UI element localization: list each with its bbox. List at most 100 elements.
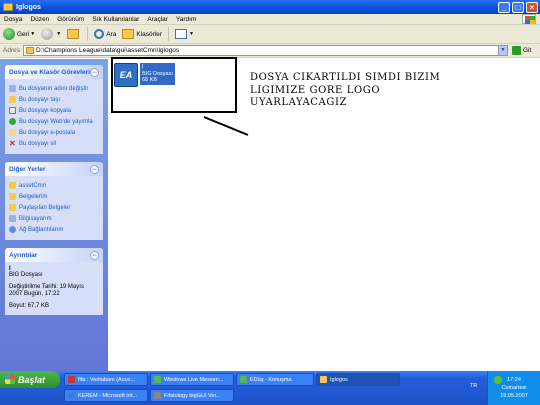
place-network[interactable]: Ağ Bağlantılarım [9,224,99,235]
minimize-button[interactable]: _ [498,1,510,13]
close-button[interactable]: × [526,1,538,13]
place-my-computer[interactable]: Bilgisayarım [9,213,99,224]
link-label: Bu dosyayı kopyala [19,107,72,114]
copy-link[interactable]: Bu dosyayı kopyala [9,105,99,116]
language-indicator[interactable]: TR [470,383,477,389]
back-arrow-icon [3,28,15,40]
file-tasks-panel: Dosya ve Klasör Görevleri ︽ Bu dosyanın … [5,65,103,154]
move-link[interactable]: Bu dosyayı taşı [9,94,99,105]
globe-icon [9,118,16,125]
detail-size: Boyut: 67,7 KB [9,302,50,309]
up-folder-button[interactable] [64,29,84,39]
detail-modified: Değiştirilme Tarihi: 19 Mayıs [9,283,84,290]
address-dropdown-button[interactable]: ▼ [497,46,507,55]
details-panel: Ayrıntılar ︽ I BIG Dosyası Değiştirilme … [5,248,103,315]
folders-icon [122,29,135,39]
place-assetcmn[interactable]: assetCmn [9,180,99,191]
go-arrow-icon [511,46,521,55]
task-fifa-database[interactable]: fifa : Veritabanı (Acce... [64,373,148,386]
windows-logo-icon [5,375,15,384]
collapse-icon[interactable]: ︽ [90,250,99,260]
annotation-line: LIGIMIZE GORE LOGO [250,84,381,96]
panel-header[interactable]: Dosya ve Klasör Görevleri ︽ [5,65,103,79]
task-label: EDüş - Konuşma [250,376,292,383]
folder-icon [9,204,16,211]
taskbar: Başlat fifa : Veritabanı (Acce... Window… [0,371,540,405]
access-icon [68,376,75,383]
link-label: assetCmn [19,182,47,189]
detail-modified-date: 2007 Bugün, 17:22 [9,291,60,297]
chevron-down-icon: ▼ [188,31,194,37]
search-button[interactable]: Ara [91,29,119,39]
back-label: Geri [17,30,30,38]
tray-icon[interactable] [494,376,502,384]
folder-icon [9,182,16,189]
forward-arrow-icon [41,28,54,40]
task-internet-explorer[interactable]: KEREM - Microsoft Int... [64,389,148,402]
link-label: Bu dosyayı Web'de yayımla [19,118,93,125]
panel-title: Ayrıntılar [9,251,38,259]
views-icon [174,29,187,39]
start-button[interactable]: Başlat [0,371,60,388]
publish-web-link[interactable]: Bu dosyayı Web'de yayımla [9,116,99,127]
place-my-documents[interactable]: Belgelerim [9,191,99,202]
menu-edit[interactable]: Düzen [26,16,53,23]
chat-icon [240,376,247,383]
task-fifatology[interactable]: Fifatology bigGUI Ver... [150,389,234,402]
menu-view[interactable]: Görünüm [53,16,88,23]
task-iglogos[interactable]: Iglogos [316,373,400,386]
place-shared-documents[interactable]: Paylaşılan Belgeler [9,202,99,213]
views-button[interactable]: ▼ [172,29,197,39]
start-label: Başlat [18,374,46,385]
panel-header[interactable]: Ayrıntılar ︽ [5,248,103,262]
menu-help[interactable]: Yardım [172,16,200,23]
folder-up-icon [67,29,80,39]
file-list[interactable]: EA I BIG Dosyası 68 KB DOSYA CIKARTILDI … [108,57,540,371]
menu-bar: Dosya Düzen Görünüm Sık Kullanılanlar Ar… [0,14,540,25]
folders-button[interactable]: Klasörler [119,29,165,39]
task-label: fifa : Veritabanı (Acce... [78,376,135,383]
collapse-icon[interactable]: ︽ [90,164,99,174]
go-button[interactable]: Git [511,46,531,55]
task-pane: Dosya ve Klasör Görevleri ︽ Bu dosyanın … [0,59,108,371]
task-label: Fifatology bigGUI Ver... [164,392,221,399]
detail-file-type: BIG Dosyası [9,272,43,278]
folder-icon [25,47,34,54]
address-label: Adres [3,47,20,54]
email-icon [9,129,16,136]
task-messenger[interactable]: Windows Live Messen... [150,373,234,386]
chevron-down-icon: ▼ [56,31,62,37]
chevron-down-icon: ▼ [30,31,36,37]
separator [167,27,169,41]
rename-link[interactable]: Bu dosyanın adını değiştir [9,83,99,94]
task-label: Iglogos [330,376,348,383]
link-label: Bu dosyayı sil [19,140,57,147]
menu-tools[interactable]: Araçlar [143,16,172,23]
clock-day: Cumartesi [501,385,527,391]
title-bar: Iglogos _ □ × [0,0,540,14]
annotation-text: DOSYA CIKARTILDI SIMDI BIZIM LIGIMIZE GO… [250,72,480,110]
back-button[interactable]: Geri ▼ [0,28,38,40]
panel-title: Dosya ve Klasör Görevleri [9,68,90,76]
folder-icon [9,193,16,200]
collapse-icon[interactable]: ︽ [90,67,99,77]
task-label: Windows Live Messen... [164,376,224,383]
forward-button[interactable]: ▼ [38,28,64,40]
email-link[interactable]: Bu dosyayı e-postala [9,127,99,138]
panel-header[interactable]: Diğer Yerler ︽ [5,162,103,176]
window-title: Iglogos [16,3,41,11]
search-icon [94,29,105,39]
link-label: Belgelerim [19,193,48,200]
windows-logo-icon [522,14,536,24]
messenger-icon [154,376,161,383]
maximize-button[interactable]: □ [512,1,524,13]
rename-icon [9,85,16,92]
menu-favorites[interactable]: Sık Kullanılanlar [88,16,143,23]
delete-link[interactable]: ✕ Bu dosyayı sil [9,138,99,149]
menu-file[interactable]: Dosya [0,16,26,23]
link-label: Bu dosyayı taşı [19,96,61,103]
move-icon [9,96,16,103]
annotation-line: UYARLAYACAGIZ [250,97,348,108]
address-input[interactable]: D:\Champions League\data\gui\assetCmn\lg… [22,45,508,56]
task-conversation[interactable]: EDüş - Konuşma [236,373,314,386]
